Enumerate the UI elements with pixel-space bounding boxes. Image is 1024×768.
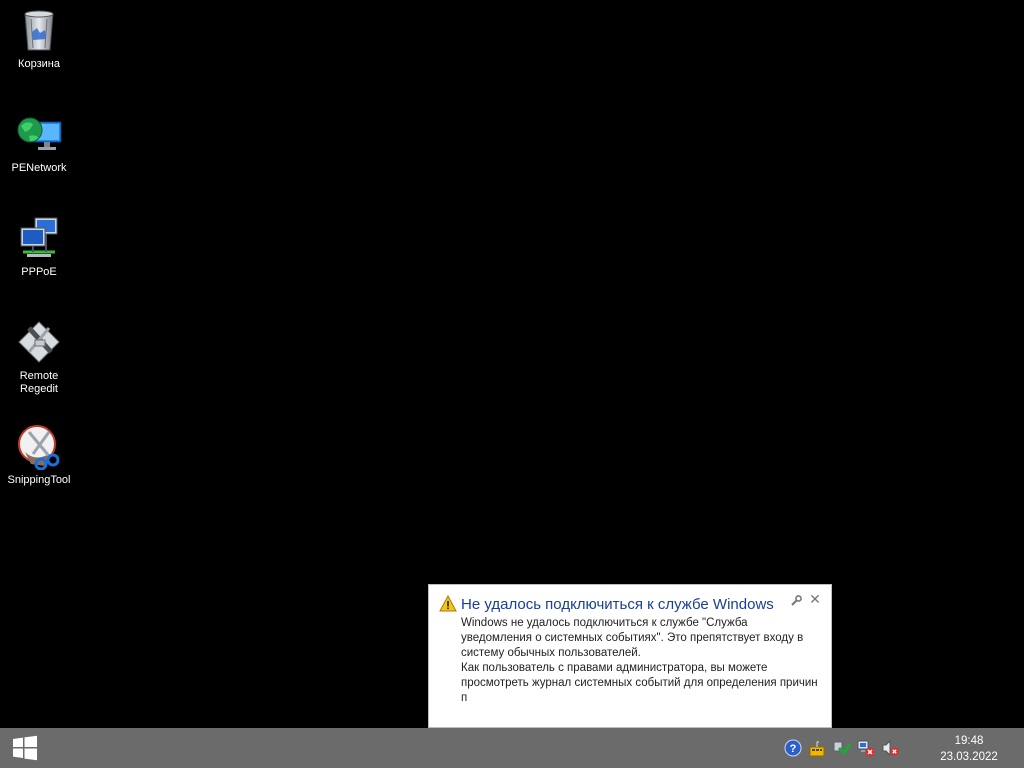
taskbar: ? 19:48 23.03.2022: [0, 728, 1024, 768]
close-icon[interactable]: ✕: [808, 591, 822, 607]
scissors-icon: [18, 425, 60, 470]
windows-logo-icon: [13, 735, 37, 761]
network-computers-icon: [20, 217, 58, 257]
desktop-icon-penetwork[interactable]: PENetwork: [1, 110, 77, 175]
security-shield-icon[interactable]: [833, 739, 851, 757]
start-button[interactable]: [0, 728, 50, 768]
clock-time: 19:48: [954, 735, 984, 747]
desktop-icon-label: SnippingTool: [7, 474, 71, 486]
notification-body-line: Windows не удалось подключиться к службе…: [461, 617, 804, 659]
taskbar-clock[interactable]: 19:48 23.03.2022: [934, 733, 1004, 765]
warning-icon: [439, 595, 457, 612]
network-disconnected-icon[interactable]: [857, 739, 875, 757]
desktop-icon-remote-regedit[interactable]: Remote Regedit: [1, 318, 77, 396]
notification-body: Windows не удалось подключиться к службе…: [461, 616, 821, 706]
network-globe-icon: [17, 117, 62, 150]
svg-text:?: ?: [790, 743, 797, 755]
keyboard-layout-icon[interactable]: [808, 739, 826, 757]
clock-date: 23.03.2022: [940, 751, 998, 763]
desktop-icon-pppoe[interactable]: PPPoE: [1, 214, 77, 279]
desktop-icon-label: Корзина: [18, 58, 60, 70]
desktop-icon-label: PPPoE: [21, 266, 57, 278]
help-icon[interactable]: ?: [784, 739, 802, 757]
desktop-icon-label: PENetwork: [11, 162, 67, 174]
desktop-icon-label: Remote Regedit: [19, 370, 59, 395]
notification-title: Не удалось подключиться к службе Windows: [461, 596, 774, 613]
volume-muted-icon[interactable]: [881, 739, 899, 757]
notification-body-line: Как пользователь с правами администратор…: [461, 662, 818, 704]
recycle-bin-icon: [24, 10, 54, 51]
notification-balloon[interactable]: Не удалось подключиться к службе Windows…: [428, 584, 832, 742]
desktop-icon-recycle-bin[interactable]: Корзина: [1, 6, 77, 71]
wrench-icon[interactable]: [789, 594, 803, 608]
remote-regedit-icon: [18, 321, 60, 363]
desktop-icon-snipping-tool[interactable]: SnippingTool: [1, 422, 77, 487]
